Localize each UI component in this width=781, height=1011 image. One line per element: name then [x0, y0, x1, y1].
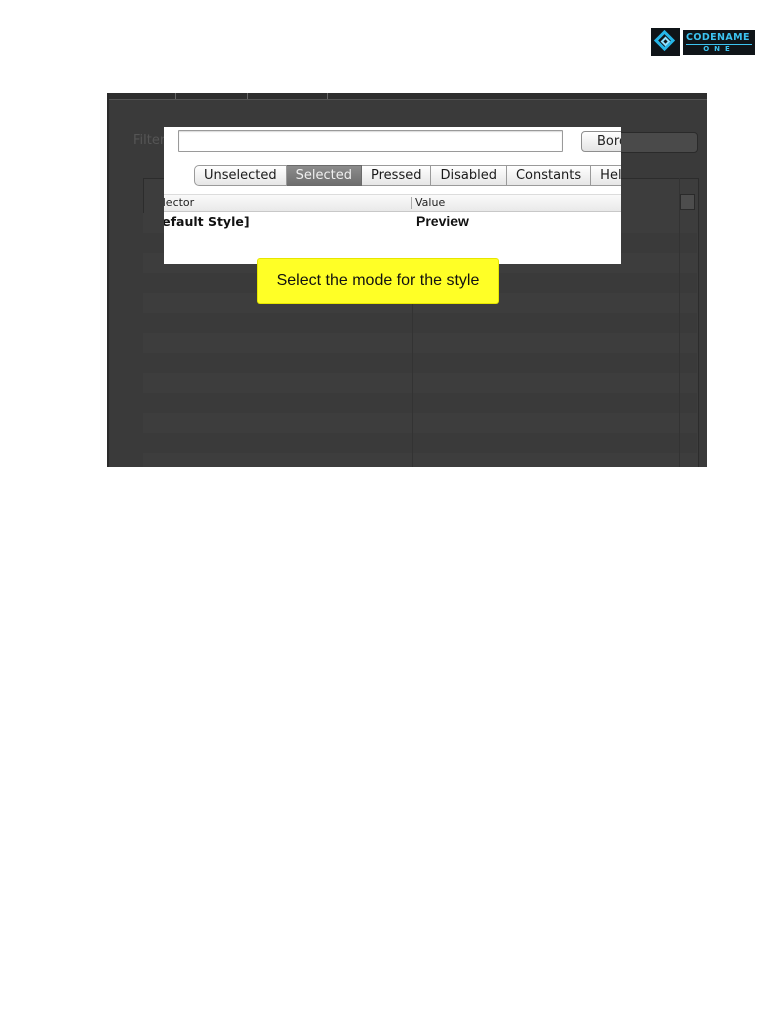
- logo-mark-icon: [651, 28, 680, 56]
- panel-top-bar: [107, 93, 707, 100]
- tab-unselected[interactable]: Unselected: [194, 165, 287, 186]
- logo-word-bottom: ONE: [703, 45, 735, 53]
- logo-wordmark: CODENAME ONE: [683, 30, 755, 55]
- tab-selected[interactable]: Selected: [286, 165, 362, 186]
- highlighted-region: Border Wizard Unselected Selected Presse…: [164, 127, 621, 264]
- column-header-selector[interactable]: Selector: [164, 196, 194, 209]
- logo-word-top: CODENAME: [686, 32, 750, 43]
- style-mode-tabs: Unselected Selected Pressed Disabled Con…: [194, 165, 621, 186]
- tab-help[interactable]: Help: [591, 165, 621, 186]
- tab-pressed[interactable]: Pressed: [362, 165, 432, 186]
- codename-one-logo: CODENAME ONE: [651, 28, 755, 57]
- row-selector: [Default Style]: [164, 214, 250, 229]
- instruction-callout: Select the mode for the style: [258, 259, 498, 303]
- table-row[interactable]: [Default Style] Preview: [164, 212, 621, 232]
- table-header: Selector Value: [164, 194, 621, 212]
- filter-label: Filter: [133, 133, 166, 148]
- column-header-value[interactable]: Value: [415, 196, 445, 209]
- row-value: Preview: [416, 213, 469, 229]
- border-wizard-button[interactable]: Border Wizard: [581, 131, 621, 152]
- filter-input[interactable]: [178, 130, 563, 152]
- table-column-picker-icon[interactable]: [680, 194, 695, 210]
- tab-constants[interactable]: Constants: [506, 165, 592, 186]
- tab-disabled[interactable]: Disabled: [431, 165, 507, 186]
